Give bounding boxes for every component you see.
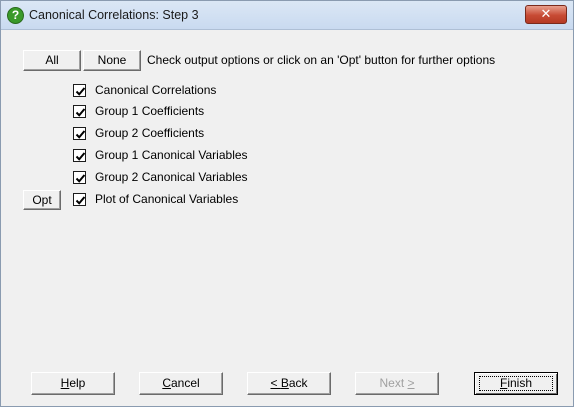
- option-label: Group 1 Coefficients: [95, 104, 205, 118]
- checkbox[interactable]: [73, 83, 86, 97]
- option-label: Group 2 Canonical Variables: [95, 170, 248, 184]
- option-canonical-correlations[interactable]: Canonical Correlations: [73, 81, 216, 99]
- back-button[interactable]: < Back: [247, 372, 331, 395]
- checkmark-icon: [75, 86, 86, 96]
- checkmark-icon: [75, 151, 86, 161]
- checkbox[interactable]: [73, 192, 86, 206]
- dialog-window: ? Canonical Correlations: Step 3 ✕ All N…: [0, 0, 574, 407]
- option-group1-canonical-variables[interactable]: Group 1 Canonical Variables: [73, 146, 248, 164]
- next-button[interactable]: Next >: [355, 372, 439, 395]
- title-bar: ? Canonical Correlations: Step 3 ✕: [1, 1, 573, 30]
- instruction-text: Check output options or click on an 'Opt…: [147, 53, 496, 67]
- checkbox[interactable]: [73, 126, 86, 140]
- checkmark-icon: [75, 173, 86, 183]
- cancel-button[interactable]: Cancel: [139, 372, 223, 395]
- option-label: Group 1 Canonical Variables: [95, 148, 248, 162]
- option-label: Group 2 Coefficients: [95, 126, 205, 140]
- option-group1-coefficients[interactable]: Group 1 Coefficients: [73, 102, 204, 120]
- checkbox[interactable]: [73, 104, 86, 118]
- option-label: Canonical Correlations: [95, 83, 217, 97]
- window-title: Canonical Correlations: Step 3: [29, 8, 199, 22]
- checkmark-icon: [75, 195, 86, 205]
- option-label: Plot of Canonical Variables: [95, 192, 239, 206]
- close-button[interactable]: ✕: [525, 5, 567, 24]
- all-button[interactable]: All: [23, 50, 81, 71]
- help-question-icon: ?: [7, 7, 24, 24]
- checkmark-icon: [75, 107, 86, 117]
- finish-button[interactable]: Finish: [474, 372, 558, 395]
- checkbox[interactable]: [73, 170, 86, 184]
- checkmark-icon: [75, 129, 86, 139]
- none-button[interactable]: None: [83, 50, 141, 71]
- option-group2-coefficients[interactable]: Group 2 Coefficients: [73, 124, 204, 142]
- checkbox[interactable]: [73, 148, 86, 162]
- option-plot-canonical-variables[interactable]: Plot of Canonical Variables: [73, 190, 238, 208]
- focus-ring: [479, 376, 553, 391]
- help-button[interactable]: Help: [31, 372, 115, 395]
- opt-button[interactable]: Opt: [23, 190, 61, 210]
- option-group2-canonical-variables[interactable]: Group 2 Canonical Variables: [73, 168, 248, 186]
